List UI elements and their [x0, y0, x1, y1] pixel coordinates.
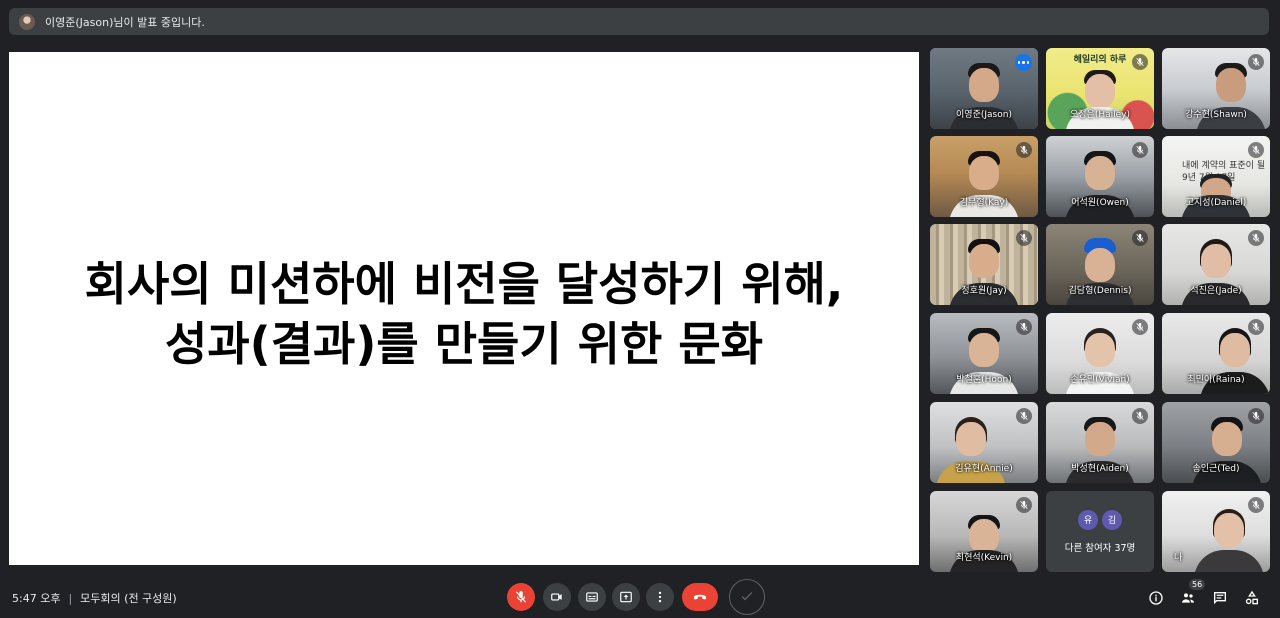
mic-off-icon — [1132, 319, 1148, 335]
mic-off-icon — [1132, 230, 1148, 246]
participant-tile[interactable]: 석진은(Jade) — [1162, 224, 1270, 305]
meeting-details-button[interactable] — [1146, 588, 1166, 608]
mic-off-icon — [1132, 54, 1148, 70]
info-icon — [1149, 591, 1163, 605]
meeting-title: 모두회의 (전 구성원) — [80, 592, 177, 605]
participant-name: 김무형(Kay) — [959, 198, 1009, 208]
participant-tile[interactable]: 헤일리의 하루 오정은(Hailey) — [1046, 48, 1154, 129]
mic-off-icon — [1248, 54, 1264, 70]
chat-button[interactable] — [1210, 588, 1230, 608]
participant-tile[interactable]: 정호원(Jay) — [930, 224, 1038, 305]
check-button[interactable] — [729, 579, 765, 615]
participant-name: 손유민(Vivian) — [1070, 375, 1130, 385]
participant-tile[interactable]: 손유민(Vivian) — [1046, 313, 1154, 394]
more-vert-icon — [658, 591, 662, 603]
control-bar: 5:47 오후 | 모두회의 (전 구성원) 56 — [0, 578, 1280, 618]
mic-off-icon — [1132, 408, 1148, 424]
mic-off-icon — [1016, 497, 1032, 513]
participant-tile[interactable]: 내에 계약의 표준이 될 9년 7월 17일 고지성(Daniel) — [1162, 136, 1270, 217]
participant-name: 어석원(Owen) — [1071, 198, 1129, 208]
participant-name: 강수현(Shawn) — [1185, 110, 1247, 120]
mic-off-icon — [1248, 230, 1264, 246]
mic-off-icon — [1248, 408, 1264, 424]
participant-name: 송인근(Ted) — [1192, 464, 1240, 474]
mic-off-icon — [1016, 319, 1032, 335]
captions-button[interactable] — [578, 583, 606, 611]
chat-icon — [1214, 592, 1226, 605]
mic-off-icon — [1016, 142, 1032, 158]
participant-grid: 이영준(Jason) 헤일리의 하루 오정은(Hailey) 강수현(Shawn… — [930, 48, 1270, 572]
more-options-icon[interactable] — [1015, 54, 1032, 71]
participant-name: 박철훈(Hoon) — [956, 375, 1012, 385]
slide-text: 회사의 미션하에 비전을 달성하기 위해, 성과(결과)를 만들기 위한 문화 — [85, 254, 844, 374]
other-participants-count: 다른 참여자 37명 — [1064, 542, 1136, 554]
mic-off-icon — [515, 591, 527, 603]
separator: | — [68, 591, 73, 605]
present-to-all-icon — [620, 591, 632, 603]
participant-name: 이영준(Jason) — [956, 110, 1012, 120]
participant-name: 오정은(Hailey) — [1069, 110, 1130, 120]
participant-name: 정호원(Jay) — [961, 286, 1007, 296]
participant-name: 박성현(Aiden) — [1071, 464, 1129, 474]
participant-avatar: 유 — [1078, 509, 1098, 530]
mic-toggle-button[interactable] — [507, 583, 535, 611]
mic-off-icon — [1016, 408, 1032, 424]
meeting-info: 5:47 오후 | 모두회의 (전 구성원) — [12, 590, 177, 606]
meet-window: 이영준(Jason)님이 발표 중입니다. 회사의 미션하에 비전을 달성하기 … — [0, 0, 1280, 618]
videocam-icon — [551, 593, 562, 601]
self-view-tile[interactable]: 나 — [1162, 491, 1270, 572]
other-participants-tile[interactable]: 유 김 다른 참여자 37명 — [1046, 491, 1154, 572]
participant-name: 최민아(Raina) — [1187, 375, 1245, 385]
participant-tile[interactable]: 박철훈(Hoon) — [930, 313, 1038, 394]
camera-toggle-button[interactable] — [543, 583, 571, 611]
participant-name: 고지성(Daniel) — [1185, 198, 1247, 208]
participant-name: 최현석(Kevin) — [955, 553, 1013, 563]
mic-off-icon — [1132, 142, 1148, 158]
mic-off-icon — [1248, 497, 1264, 513]
mic-off-icon — [1248, 319, 1264, 335]
participant-tile[interactable]: 어석원(Owen) — [1046, 136, 1154, 217]
participant-tile[interactable]: 박성현(Aiden) — [1046, 402, 1154, 483]
activities-button[interactable] — [1242, 588, 1262, 608]
participant-name: 석진은(Jade) — [1190, 286, 1242, 296]
slide-line-2: 성과(결과)를 만들기 위한 문화 — [165, 316, 763, 371]
participant-tile[interactable]: 최민아(Raina) — [1162, 313, 1270, 394]
check-icon — [741, 592, 753, 601]
mic-off-icon — [1248, 142, 1264, 158]
other-participants-avatars: 유 김 — [1078, 509, 1122, 530]
participant-avatar: 김 — [1102, 509, 1122, 530]
participant-tile[interactable]: 김담형(Dennis) — [1046, 224, 1154, 305]
clock-time: 5:47 오후 — [12, 592, 61, 605]
call-end-icon — [694, 594, 706, 600]
mic-off-icon — [1016, 230, 1032, 246]
participant-tile[interactable]: 최현석(Kevin) — [930, 491, 1038, 572]
people-icon — [1182, 593, 1194, 603]
presenter-banner: 이영준(Jason)님이 발표 중입니다. — [9, 8, 1269, 35]
present-now-button[interactable] — [612, 583, 640, 611]
presentation-slide: 회사의 미션하에 비전을 달성하기 위해, 성과(결과)를 만들기 위한 문화 — [9, 52, 919, 565]
participant-name: 김담형(Dennis) — [1068, 286, 1132, 296]
participant-tile[interactable]: 송인근(Ted) — [1162, 402, 1270, 483]
presenter-banner-text: 이영준(Jason)님이 발표 중입니다. — [45, 15, 205, 29]
participant-count-badge: 56 — [1189, 579, 1206, 590]
people-button[interactable] — [1178, 588, 1198, 608]
leave-call-button[interactable] — [682, 583, 718, 611]
more-options-button[interactable] — [646, 583, 674, 611]
closed-caption-icon — [586, 592, 598, 602]
participant-name: 나 — [1174, 553, 1183, 563]
participant-tile[interactable]: 김유현(Annie) — [930, 402, 1038, 483]
participant-name: 김유현(Annie) — [955, 464, 1013, 474]
participant-tile[interactable]: 김무형(Kay) — [930, 136, 1038, 217]
participant-tile[interactable]: 강수현(Shawn) — [1162, 48, 1270, 129]
participant-tile[interactable]: 이영준(Jason) — [930, 48, 1038, 129]
activities-icon — [1245, 590, 1258, 605]
slide-line-1: 회사의 미션하에 비전을 달성하기 위해, — [84, 256, 844, 311]
presenter-avatar — [19, 13, 35, 30]
